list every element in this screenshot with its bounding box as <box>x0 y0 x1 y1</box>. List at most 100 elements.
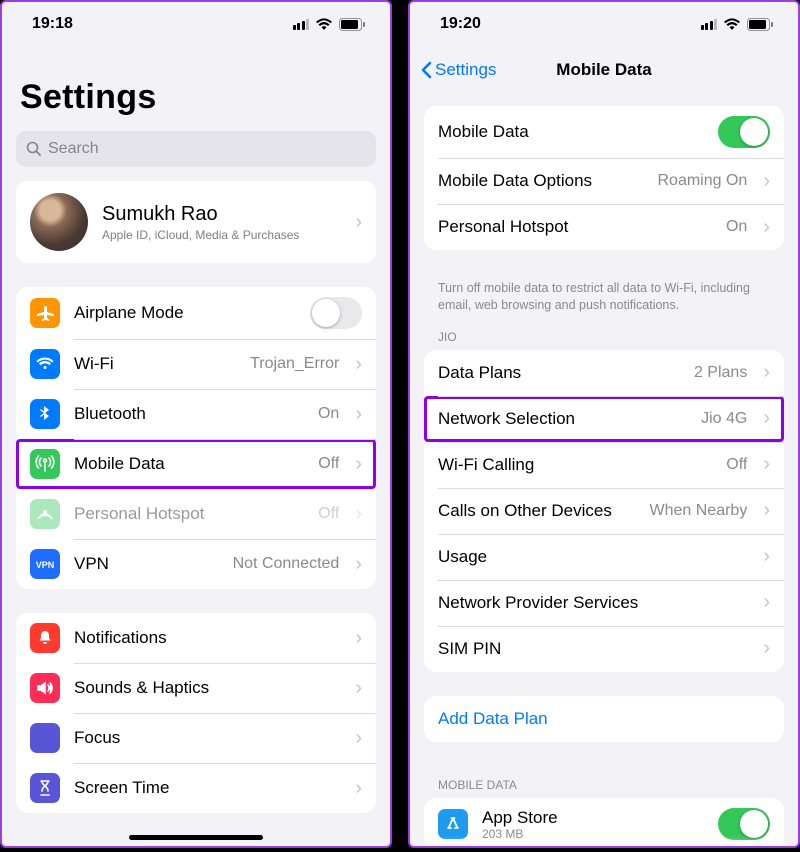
section-header-mobile-data: MOBILE DATA <box>410 766 798 798</box>
row-label: Network Provider Services <box>438 593 638 613</box>
chevron-right-icon: › <box>355 453 362 476</box>
network-selection-row[interactable]: Network SelectionJio 4G› <box>424 396 784 442</box>
search-input[interactable]: Search <box>16 131 376 167</box>
app-store-toggle[interactable] <box>718 808 770 840</box>
chevron-right-icon: › <box>355 403 362 426</box>
mobile-data-options-row[interactable]: Mobile Data OptionsRoaming On› <box>424 158 784 204</box>
wi-fi-row[interactable]: Wi-FiTrojan_Error› <box>16 339 376 389</box>
status-time: 19:20 <box>440 15 481 33</box>
airplane-icon <box>30 298 60 328</box>
row-value: Off <box>318 505 339 523</box>
row-value: When Nearby <box>650 502 748 520</box>
app-store-label: App Store <box>482 808 558 828</box>
row-label: Mobile Data <box>74 454 165 474</box>
vpn-icon: VPN <box>30 549 60 579</box>
wifi-icon <box>30 349 60 379</box>
battery-icon <box>747 18 774 31</box>
profile-card[interactable]: Sumukh Rao Apple ID, iCloud, Media & Pur… <box>16 181 376 263</box>
chevron-right-icon: › <box>763 545 770 568</box>
cellular-signal-icon <box>293 19 310 30</box>
focus-row[interactable]: Focus› <box>16 713 376 763</box>
app-data-group: App Store 203 MB <box>424 798 784 848</box>
battery-icon <box>339 18 366 31</box>
row-label: Mobile Data <box>438 122 529 142</box>
bluetooth-icon <box>30 399 60 429</box>
usage-row[interactable]: Usage › <box>424 534 784 580</box>
toggle[interactable] <box>718 116 770 148</box>
moon-icon <box>30 723 60 753</box>
app-store-row[interactable]: App Store 203 MB <box>424 798 784 848</box>
chevron-right-icon: › <box>763 170 770 193</box>
back-button[interactable]: Settings <box>420 60 496 80</box>
antenna-icon <box>30 449 60 479</box>
app-store-usage: 203 MB <box>482 827 558 841</box>
mobile-data-screen: 19:20 Settings Mobile Data Mobile Data Mo… <box>408 0 800 848</box>
chevron-right-icon: › <box>355 627 362 650</box>
chevron-right-icon: › <box>355 211 362 234</box>
add-data-plan-label: Add Data Plan <box>438 709 548 729</box>
settings-screen: 19:18 Settings Search Sumukh Rao Apple I… <box>0 0 392 848</box>
chevron-right-icon: › <box>355 353 362 376</box>
back-label: Settings <box>435 60 496 80</box>
chevron-right-icon: › <box>763 591 770 614</box>
home-indicator[interactable] <box>129 835 263 840</box>
mobile-data-footnote: Turn off mobile data to restrict all dat… <box>410 274 798 318</box>
calls-on-other-devices-row[interactable]: Calls on Other DevicesWhen Nearby› <box>424 488 784 534</box>
status-indicators <box>293 18 367 31</box>
screen-time-row[interactable]: Screen Time› <box>16 763 376 813</box>
mobile-data-row[interactable]: Mobile Data Off › <box>16 439 376 489</box>
status-bar: 19:20 <box>410 2 798 46</box>
hotspot-icon <box>30 499 60 529</box>
add-data-plan-row[interactable]: Add Data Plan <box>424 696 784 742</box>
row-label: Mobile Data Options <box>438 171 592 191</box>
chevron-right-icon: › <box>355 503 362 526</box>
toggle[interactable] <box>310 297 362 329</box>
row-label: Notifications <box>74 628 167 648</box>
row-value: Trojan_Error <box>250 355 339 373</box>
row-label: Network Selection <box>438 409 575 429</box>
chevron-right-icon: › <box>355 677 362 700</box>
mobile-data-row[interactable]: Mobile Data <box>424 106 784 158</box>
row-label: Usage <box>438 547 487 567</box>
airplane-mode-row[interactable]: Airplane Mode <box>16 287 376 339</box>
profile-name: Sumukh Rao <box>102 203 339 226</box>
chevron-right-icon: › <box>355 727 362 750</box>
chevron-right-icon: › <box>763 453 770 476</box>
appstore-icon <box>438 809 468 839</box>
row-label: Sounds & Haptics <box>74 678 209 698</box>
sounds-haptics-row[interactable]: Sounds & Haptics › <box>16 663 376 713</box>
sim-pin-row[interactable]: SIM PIN› <box>424 626 784 672</box>
nav-title: Mobile Data <box>556 60 651 80</box>
search-icon <box>26 141 42 157</box>
personal-hotspot-row[interactable]: Personal Hotspot Off › <box>16 489 376 539</box>
system-group: Notifications›Sounds & Haptics›Focus›Scr… <box>16 613 376 813</box>
row-label: Personal Hotspot <box>74 504 204 524</box>
row-value: On <box>318 405 339 423</box>
chevron-right-icon: › <box>763 637 770 660</box>
chevron-left-icon <box>420 61 432 79</box>
chevron-right-icon: › <box>763 216 770 239</box>
chevron-right-icon: › <box>355 777 362 800</box>
row-label: Wi-Fi Calling <box>438 455 534 475</box>
network-provider-services-row[interactable]: Network Provider Services › <box>424 580 784 626</box>
personal-hotspot-row[interactable]: Personal Hotspot On › <box>424 204 784 250</box>
wi-fi-calling-row[interactable]: Wi-Fi Calling Off › <box>424 442 784 488</box>
bluetooth-row[interactable]: Bluetooth On › <box>16 389 376 439</box>
data-plans-row[interactable]: Data Plans2 Plans› <box>424 350 784 396</box>
chevron-right-icon: › <box>763 407 770 430</box>
row-label: Data Plans <box>438 363 521 383</box>
vpn-row[interactable]: VPNVPNNot Connected› <box>16 539 376 589</box>
avatar <box>30 193 88 251</box>
row-value: Off <box>726 456 747 474</box>
row-label: Airplane Mode <box>74 303 184 323</box>
row-value: On <box>726 218 747 236</box>
row-label: Personal Hotspot <box>438 217 568 237</box>
row-label: Bluetooth <box>74 404 146 424</box>
row-value: Not Connected <box>233 555 340 573</box>
speaker-icon <box>30 673 60 703</box>
bell-icon <box>30 623 60 653</box>
add-plan-card: Add Data Plan <box>424 696 784 742</box>
notifications-row[interactable]: Notifications › <box>16 613 376 663</box>
status-indicators <box>701 18 775 31</box>
row-value: Off <box>318 455 339 473</box>
